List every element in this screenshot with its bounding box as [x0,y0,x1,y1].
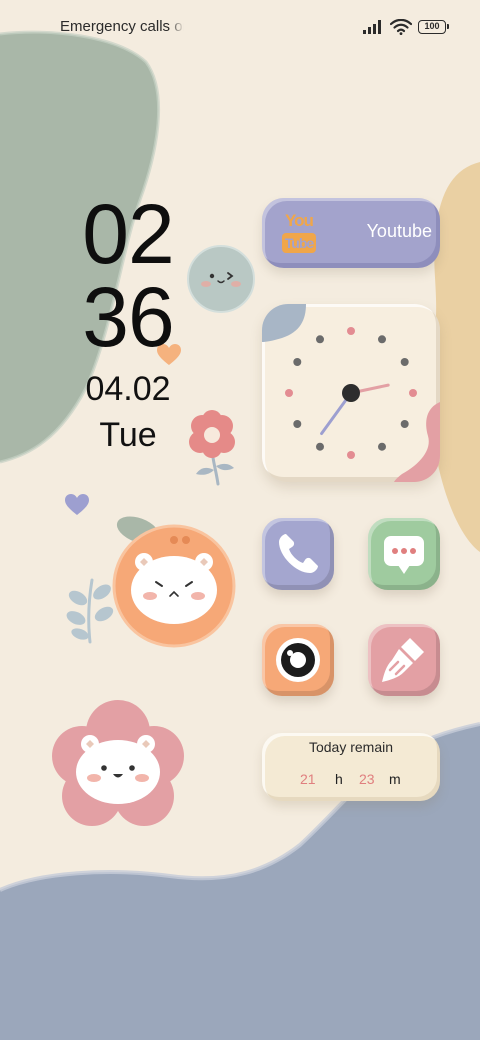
clock-hour: 02 [82,187,174,281]
clock-weekday: Tue [99,416,157,454]
pink-flower-bear-sticker [52,700,184,826]
blue-face-sticker [187,245,255,313]
clock-tick-dot [347,451,355,459]
analog-clock-widget[interactable] [262,304,440,482]
battery-icon: 100 [418,20,449,34]
clock-tick-dot [378,335,386,344]
clock-tick-dot [293,358,302,366]
remain-hours: 21 [300,771,316,787]
messages-app-icon[interactable] [368,518,440,590]
clock-date: 04.02 [85,370,171,408]
clock-tick-dot [285,389,293,397]
clock-tick-dot [293,420,302,428]
clock-tick-dot [378,442,386,451]
youtube-logo-bottom: Tube [282,233,316,253]
peach-bear-sticker [112,516,236,648]
broom-icon [382,638,424,682]
youtube-logo-icon: You Tube [280,210,320,256]
message-icon [384,536,424,574]
youtube-logo-top: You [285,211,314,230]
clock-tick-dot [409,389,417,397]
phone-icon [279,534,318,573]
phone-app-icon[interactable] [262,518,334,590]
remain-minutes-unit: m [389,771,401,787]
status-icons: 100 [362,17,449,37]
clock-tick-dot [400,358,409,366]
remain-hours-unit: h [335,771,343,787]
clock-tick-dot [347,327,355,335]
status-bar: Emergency calls only 100 [0,0,480,56]
clock-minute: 36 [82,270,174,364]
signal-icon [363,20,381,34]
flower-sticker [189,410,235,486]
carrier-status: Emergency calls only [60,18,184,35]
today-remain-title: Today remain [308,739,394,755]
clock-tick-dot [316,335,324,344]
purple-heart-icon [65,494,89,515]
remain-minutes: 23 [359,771,375,787]
youtube-label: Youtube [366,221,432,241]
cleaner-app-icon[interactable] [368,624,440,696]
youtube-widget[interactable]: You Tube Youtube [262,198,440,268]
clock-center-pin [342,384,360,402]
analog-clock-face [262,304,440,482]
wifi-icon [390,19,412,35]
camera-app-icon[interactable] [262,624,334,696]
leaf-sprig-icon [66,578,114,644]
clock-tick-dot [400,420,409,428]
clock-corner-blob [394,402,440,482]
today-remain-widget[interactable]: Today remain 21 h 23 m [262,733,440,801]
camera-icon [276,638,320,682]
clock-corner-blob [262,304,306,342]
clock-tick-dot [316,442,324,451]
